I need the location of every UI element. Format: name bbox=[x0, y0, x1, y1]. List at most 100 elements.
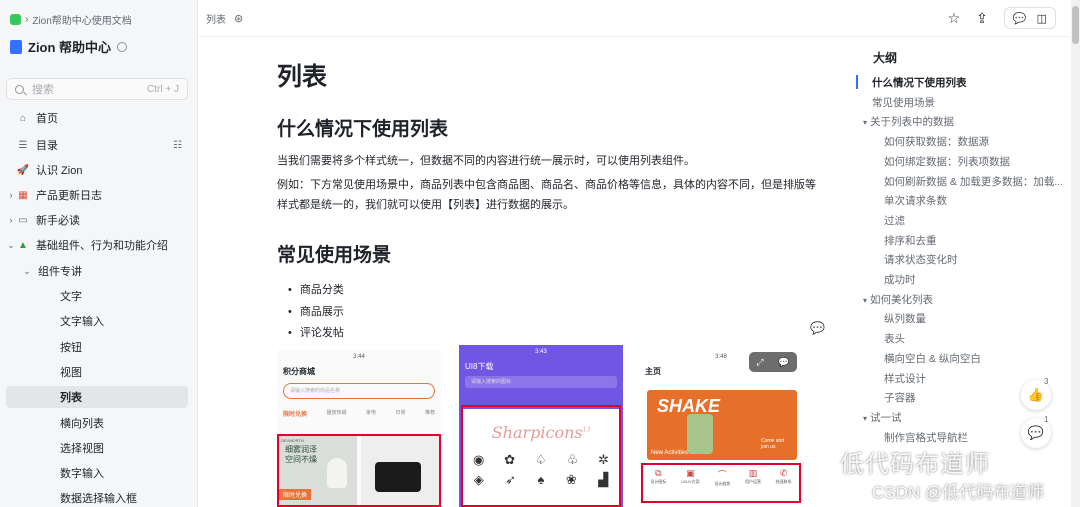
outline-item-label: 试一试 bbox=[870, 411, 902, 424]
outline-item-label: 常见使用场景 bbox=[872, 96, 935, 109]
search-input[interactable]: 搜索 Ctrl + J bbox=[6, 78, 188, 100]
outline-item[interactable]: 排序和去重 bbox=[884, 233, 937, 248]
info-icon[interactable] bbox=[117, 41, 128, 52]
collapse-list-icon[interactable]: ☷ bbox=[173, 140, 182, 151]
page-scrollbar[interactable] bbox=[1071, 0, 1080, 507]
phone-search: 请输入搜索的商品名称 bbox=[283, 383, 435, 399]
outline-item[interactable]: ▾ 试一试 bbox=[863, 410, 902, 425]
outline-item-label: 过滤 bbox=[884, 214, 905, 227]
chevron-down-icon[interactable]: ⌄ bbox=[6, 240, 16, 251]
outline-active-bar bbox=[856, 75, 858, 89]
sidebar: › Zion帮助中心使用文档 Zion 帮助中心 搜索 Ctrl + J ⌂ 首… bbox=[0, 0, 198, 507]
caret-down-icon[interactable]: ▾ bbox=[863, 414, 867, 423]
view-toggle-group: 💬 ◫ bbox=[1003, 7, 1056, 29]
breadcrumb[interactable]: › Zion帮助中心使用文档 bbox=[10, 12, 132, 27]
chevron-right-icon[interactable]: › bbox=[6, 215, 16, 225]
space-title-text: Zion 帮助中心 bbox=[28, 40, 112, 55]
sidebar-item-toc[interactable]: ☰ 目录 ☷ bbox=[6, 134, 188, 156]
caret-down-icon[interactable]: ▾ bbox=[863, 296, 867, 305]
inline-comment-icon[interactable]: 💬 bbox=[810, 321, 825, 335]
banner-title: SHAKE bbox=[657, 396, 721, 416]
outline-item[interactable]: 如何获取数据：数据源 bbox=[884, 134, 989, 149]
phone-mockup-shop: 3:44 积分商城 请输入搜索的商品名称 限时兑换 播放热销 家电 日常 推荐 … bbox=[277, 350, 441, 507]
thumbs-up-icon: 👍 bbox=[1027, 387, 1045, 402]
phone-search: 请输入搜索的图标 bbox=[465, 376, 617, 388]
outline-item[interactable]: 什么情况下使用列表 bbox=[872, 75, 967, 90]
sidebar-item-label: 文字 bbox=[60, 291, 82, 303]
phone-tabs: 限时兑换 播放热销 家电 日常 推荐 bbox=[277, 403, 441, 420]
watermark-line1: 低代码布道师 bbox=[840, 451, 990, 478]
outline-item[interactable]: ▾ 如何美化列表 bbox=[863, 292, 933, 307]
space-title[interactable]: Zion 帮助中心 bbox=[10, 37, 128, 56]
sidebar-item-home[interactable]: ⌂ 首页 bbox=[6, 107, 188, 129]
chevron-right-icon[interactable]: › bbox=[6, 190, 16, 200]
sidebar-item-data-select[interactable]: 数据选择输入框 bbox=[6, 487, 188, 507]
comment-icon[interactable]: 💬 bbox=[778, 357, 789, 368]
share-icon[interactable]: ⇪ bbox=[976, 11, 988, 25]
sidebar-item-changelog[interactable]: › ▦ 产品更新日志 bbox=[6, 184, 188, 206]
bullet-item: 商品分类 bbox=[288, 281, 344, 297]
phone-tab: 日常 bbox=[395, 410, 406, 416]
sidebar-item-label: 按钮 bbox=[60, 342, 82, 354]
sidebar-item-label: 文字输入 bbox=[60, 316, 104, 328]
search-icon bbox=[15, 84, 24, 94]
sidebar-item-list[interactable]: 列表 bbox=[6, 386, 188, 408]
sidebar-item-label: 首页 bbox=[36, 113, 58, 125]
outline-item-label: 表头 bbox=[884, 333, 905, 346]
outline-item[interactable]: 横向空白 & 纵向空白 bbox=[884, 351, 981, 366]
sidebar-item-label: 目录 bbox=[36, 140, 58, 152]
sidebar-item-about[interactable]: 🚀 认识 Zion bbox=[6, 159, 188, 181]
sidebar-item-label: 新手必读 bbox=[36, 215, 80, 227]
image-toolbar: ⤢ 💬 bbox=[749, 352, 797, 372]
sidebar-item-components[interactable]: ⌄ 组件专讲 bbox=[6, 260, 188, 282]
outline-item[interactable]: 表头 bbox=[884, 331, 905, 346]
outline-item[interactable]: 子容器 bbox=[884, 390, 916, 405]
outline-item[interactable]: ▾ 关于列表中的数据 bbox=[863, 114, 954, 129]
scrollbar-thumb[interactable] bbox=[1072, 6, 1079, 44]
outline-item-label: 如何绑定数据：列表项数据 bbox=[884, 155, 1010, 168]
sidebar-item-select-view[interactable]: 选择视图 bbox=[6, 437, 188, 459]
sidebar-item-text-input[interactable]: 文字输入 bbox=[6, 310, 188, 332]
outline-item[interactable]: 常见使用场景 bbox=[872, 95, 935, 110]
outline-item-label: 成功时 bbox=[884, 274, 916, 286]
outline-item[interactable]: 纵列数量 bbox=[884, 311, 926, 326]
sidebar-item-label: 产品更新日志 bbox=[36, 190, 102, 202]
sidebar-item-view[interactable]: 视图 bbox=[6, 361, 188, 383]
doc-title: 列表 bbox=[206, 14, 226, 26]
caret-down-icon[interactable]: ▾ bbox=[863, 118, 867, 127]
sidebar-item-beginner[interactable]: › ▭ 新手必读 bbox=[6, 209, 188, 231]
outline-item[interactable]: 如何刷新数据 & 加载更多数据：加载... bbox=[884, 174, 1063, 189]
outline-item[interactable]: 如何绑定数据：列表项数据 bbox=[884, 154, 1010, 169]
comment-icon[interactable]: 💬 bbox=[1013, 12, 1027, 25]
outline-item[interactable]: 单次请求条数 bbox=[884, 193, 947, 208]
chevron-down-icon[interactable]: ⌄ bbox=[22, 266, 32, 277]
bullet-item: 商品展示 bbox=[288, 303, 344, 319]
expand-icon[interactable]: ⤢ bbox=[756, 357, 763, 368]
calendar-icon: ▦ bbox=[18, 189, 28, 201]
sidebar-item-text[interactable]: 文字 bbox=[6, 285, 188, 307]
sidebar-item-horizontal-list[interactable]: 横向列表 bbox=[6, 412, 188, 434]
outline-item[interactable]: 请求状态变化时 bbox=[884, 252, 958, 267]
sidebar-item-label: 数字输入 bbox=[60, 468, 104, 480]
watermark-line2: CSDN @低代码布道师 bbox=[872, 483, 1045, 502]
sidebar-item-button[interactable]: 按钮 bbox=[6, 336, 188, 358]
sidebar-item-number-input[interactable]: 数字输入 bbox=[6, 462, 188, 484]
sync-icon[interactable]: ⊛ bbox=[234, 12, 243, 25]
sidebar-item-basics[interactable]: ⌄ ▲ 基础组件、行为和功能介绍 bbox=[6, 234, 188, 256]
outline-item[interactable]: 样式设计 bbox=[884, 371, 926, 386]
outline-item[interactable]: 成功时 bbox=[884, 272, 916, 287]
outline-item[interactable]: 制作宫格式导航栏 bbox=[884, 430, 968, 445]
phone-tab: 家电 bbox=[365, 410, 376, 416]
outline-item-label: 纵列数量 bbox=[884, 313, 926, 326]
outline-item-label: 关于列表中的数据 bbox=[870, 116, 955, 129]
sidebar-toggle-icon[interactable]: ◫ bbox=[1037, 12, 1047, 25]
breadcrumb-label[interactable]: Zion帮助中心使用文档 bbox=[32, 12, 131, 27]
star-icon[interactable]: ☆ bbox=[948, 11, 961, 25]
paragraph-example: 例如：下方常见使用场景中，商品列表中包含商品图、商品名、商品价格等信息，具体的内… bbox=[277, 179, 816, 211]
promo-banner[interactable]: SHAKE New Activities Come and join us bbox=[647, 390, 797, 460]
outline-item-label: 子容器 bbox=[884, 392, 916, 405]
outline-item[interactable]: 过滤 bbox=[884, 213, 905, 228]
phone-tab: 播放热销 bbox=[326, 410, 347, 416]
banner-cta: Come and join us bbox=[761, 438, 785, 450]
phone-tab: 限时兑换 bbox=[283, 412, 308, 418]
